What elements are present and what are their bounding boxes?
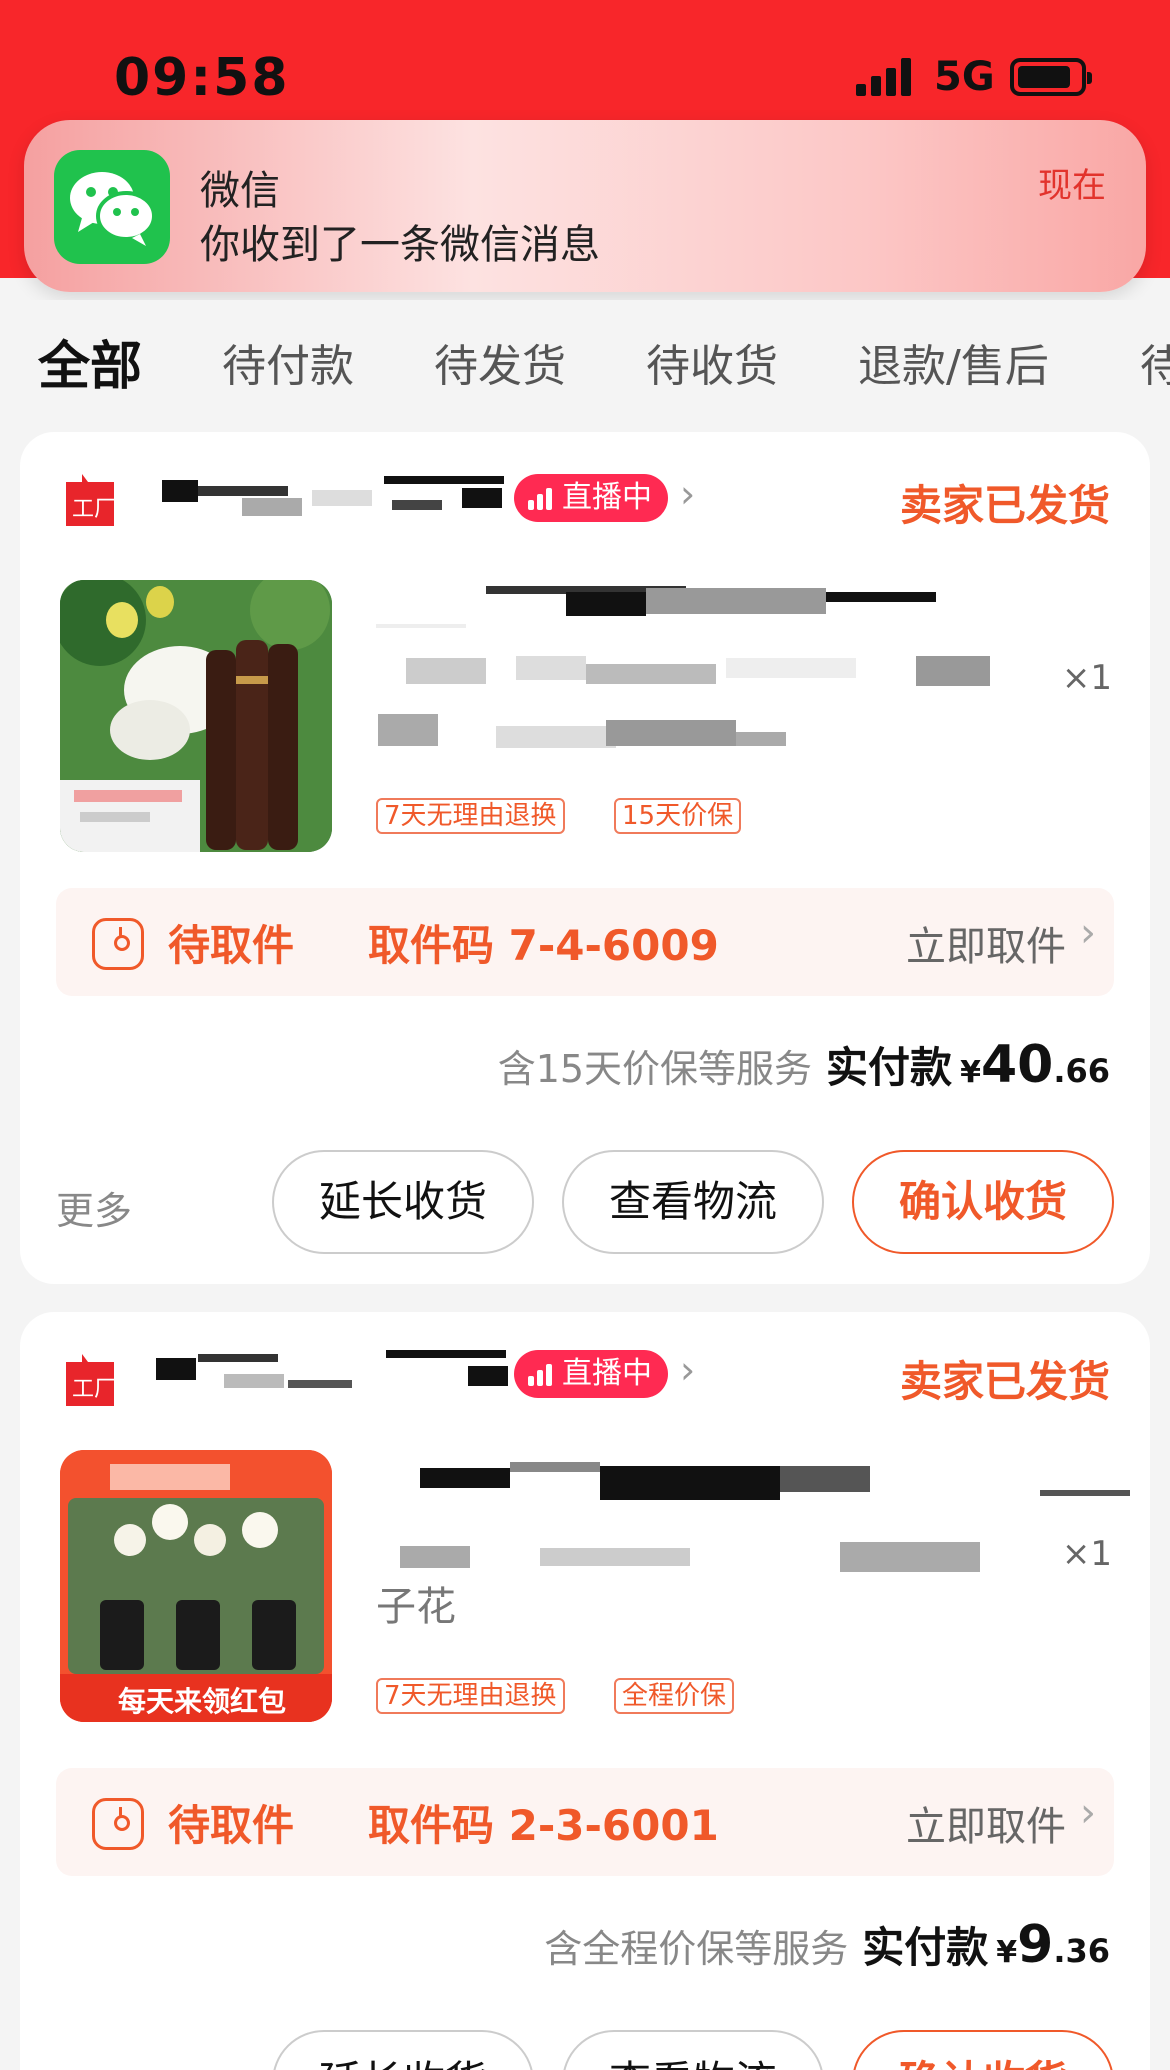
svg-text:工厂: 工厂 [72, 497, 116, 522]
confirm-receipt-button[interactable]: 确认收货 [852, 2030, 1114, 2070]
live-badge[interactable]: 直播中 [514, 474, 668, 522]
product-title-fragment: 子花 [376, 1584, 456, 1630]
notification-time: 现在 [1038, 166, 1106, 206]
svg-text:工厂: 工厂 [72, 1377, 116, 1402]
package-icon [92, 918, 144, 970]
pickup-now-link[interactable]: 立即取件 [906, 914, 1066, 972]
product-quantity: ×1 [1061, 1534, 1112, 1574]
tab-more[interactable]: 待 [1140, 330, 1170, 394]
product-title-redacted[interactable] [400, 1460, 1140, 1596]
wechat-icon [54, 150, 170, 264]
status-bar: 09:58 5G [0, 0, 1170, 120]
product-quantity: ×1 [1061, 658, 1112, 698]
service-note: 含全程价保等服务 [544, 1927, 849, 1971]
price-decimal: .36 [1053, 1932, 1110, 1970]
more-link[interactable]: 更多 [56, 1180, 132, 1235]
service-note: 含15天价保等服务 [497, 1047, 813, 1091]
wechat-notification[interactable]: 微信 你收到了一条微信消息 现在 [24, 120, 1146, 292]
tag-price-protect: 15天价保 [614, 798, 742, 834]
pickup-now-link[interactable]: 立即取件 [906, 1794, 1066, 1852]
confirm-receipt-button[interactable]: 确认收货 [852, 1150, 1114, 1254]
pickup-code: 取件码 7-4-6009 [368, 921, 719, 970]
tag-7day-return: 7天无理由退换 [376, 1678, 565, 1714]
order-status: 卖家已发货 [899, 1357, 1110, 1406]
status-time: 09:58 [114, 48, 290, 108]
more-link[interactable]: 更多 [56, 2060, 132, 2070]
shop-name-redacted[interactable] [142, 474, 518, 530]
order-total: 含15天价保等服务 实付款 ¥40.66 [498, 1034, 1110, 1095]
chevron-right-icon[interactable]: › [680, 1348, 695, 1392]
extend-receipt-button[interactable]: 延长收货 [272, 2030, 534, 2070]
live-bars-icon [528, 1362, 554, 1386]
paid-label: 实付款 [826, 1043, 953, 1092]
signal-icon [856, 58, 914, 96]
currency-symbol: ¥ [996, 1935, 1018, 1970]
notification-app-name: 微信 [200, 168, 280, 214]
pickup-status: 待取件 [168, 1801, 295, 1850]
factory-shop-icon: 工厂 [62, 1352, 118, 1408]
order-status: 卖家已发货 [899, 481, 1110, 530]
price-integer: 40 [980, 1035, 1054, 1095]
tab-pending-receipt[interactable]: 待收货 [646, 330, 778, 394]
extend-receipt-button[interactable]: 延长收货 [272, 1150, 534, 1254]
view-logistics-button[interactable]: 查看物流 [562, 2030, 824, 2070]
pickup-bar[interactable]: 待取件 取件码 7-4-6009 立即取件 › [56, 888, 1114, 996]
network-type: 5G [934, 54, 995, 100]
promo-banner-text: 每天来领红包 [118, 1685, 287, 1718]
notification-message: 你收到了一条微信消息 [200, 222, 600, 268]
order-card: 工厂 直播中 › 卖家已发货 ×1 7天无理由退换 15天价保 待取件 取件码 … [20, 432, 1150, 1284]
tag-7day-return: 7天无理由退换 [376, 798, 565, 834]
chevron-right-icon: › [1080, 1790, 1096, 1836]
live-badge[interactable]: 直播中 [514, 1350, 668, 1398]
paid-label: 实付款 [862, 1923, 989, 1972]
chevron-right-icon: › [1080, 910, 1096, 956]
tab-refund[interactable]: 退款/售后 [858, 330, 1049, 394]
product-image[interactable]: 每天来领红包 [60, 1450, 332, 1722]
factory-shop-icon: 工厂 [62, 472, 118, 528]
tag-price-protect: 全程价保 [614, 1678, 735, 1714]
package-icon [92, 1798, 144, 1850]
live-badge-label: 直播中 [562, 480, 652, 515]
order-card: 工厂 直播中 › 卖家已发货 每天来领红包 ×1 子花 7天无理由退换 全程价保… [20, 1312, 1150, 2070]
price-decimal: .66 [1053, 1052, 1110, 1090]
currency-symbol: ¥ [960, 1055, 981, 1090]
view-logistics-button[interactable]: 查看物流 [562, 1150, 824, 1254]
product-image[interactable] [60, 580, 332, 852]
pickup-code: 取件码 2-3-6001 [368, 1801, 719, 1850]
product-title-redacted[interactable] [376, 584, 1136, 774]
shop-name-redacted[interactable] [138, 1350, 518, 1406]
price-integer: 9 [1017, 1915, 1054, 1975]
order-total: 含全程价保等服务 实付款 ¥9.36 [544, 1914, 1110, 1975]
tab-pending-payment[interactable]: 待付款 [222, 330, 354, 394]
battery-icon [1010, 58, 1092, 96]
pickup-status: 待取件 [168, 921, 295, 970]
tab-all[interactable]: 全部 [38, 324, 142, 399]
pickup-bar[interactable]: 待取件 取件码 2-3-6001 立即取件 › [56, 1768, 1114, 1876]
live-bars-icon [528, 486, 554, 510]
live-badge-label: 直播中 [562, 1356, 652, 1391]
tab-pending-shipment[interactable]: 待发货 [434, 330, 566, 394]
order-tabs: 全部 待付款 待发货 待收货 退款/售后 待 [0, 300, 1170, 416]
chevron-right-icon[interactable]: › [680, 472, 695, 516]
